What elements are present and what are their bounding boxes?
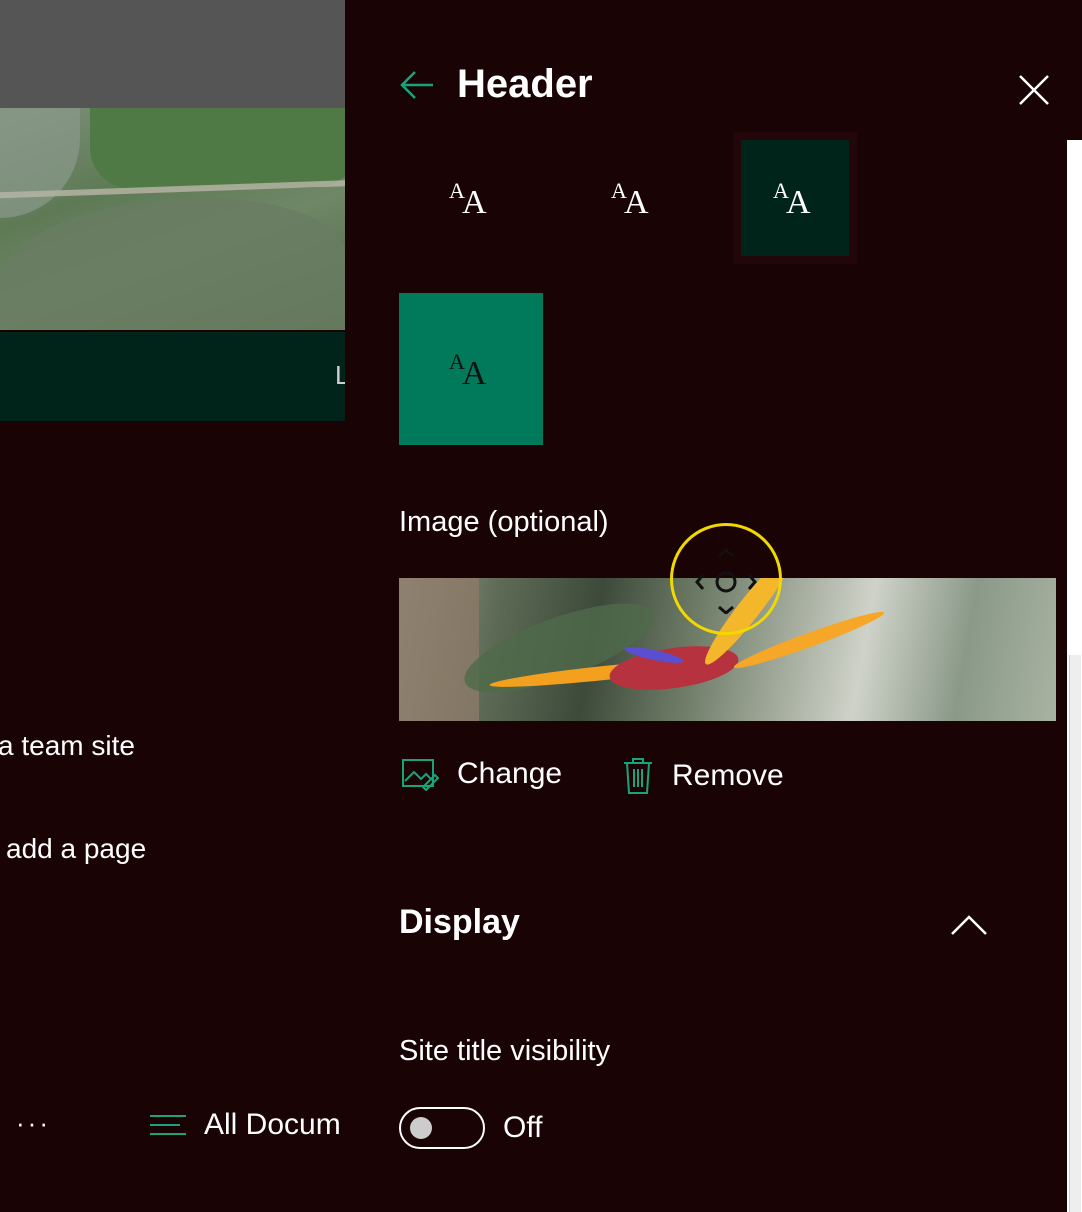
site-header-image — [0, 108, 345, 330]
layout-option-minimal[interactable]: AA — [417, 140, 525, 256]
change-image-button[interactable]: Change — [401, 757, 562, 791]
panel-scrollbar-thumb[interactable] — [1069, 655, 1081, 1212]
link-add-page[interactable]: add a page — [6, 833, 146, 865]
all-documents-view-button[interactable]: All Docum — [150, 1108, 341, 1142]
panel-header: Header — [397, 62, 593, 107]
toggle-state-label: Off — [503, 1111, 543, 1144]
all-documents-label: All Docum — [204, 1108, 341, 1141]
page-background: L a team site add a page ··· All Docum — [0, 0, 345, 1212]
site-title-visibility-toggle-row: Off — [399, 1107, 542, 1149]
nav-item-partial[interactable]: L — [335, 360, 345, 391]
site-title-visibility-label: Site title visibility — [399, 1035, 611, 1067]
change-label: Change — [457, 757, 563, 790]
site-navigation-bar: L — [0, 332, 345, 421]
link-team-site[interactable]: a team site — [0, 730, 135, 762]
list-view-icon — [150, 1113, 186, 1137]
layout-option-standard[interactable]: AA — [741, 140, 849, 256]
background-option-strong[interactable]: AA — [399, 293, 543, 445]
display-section-title: Display — [399, 903, 520, 941]
change-image-icon — [402, 759, 439, 791]
layout-option-compact[interactable]: AA — [579, 140, 687, 256]
text-size-icon: AA — [773, 178, 811, 221]
chevron-up-icon[interactable] — [949, 910, 989, 940]
header-image-preview[interactable] — [399, 578, 1056, 721]
text-size-icon: AA — [449, 349, 487, 392]
more-options-button[interactable]: ··· — [16, 1108, 51, 1139]
text-size-icon: AA — [611, 178, 649, 221]
toggle-knob — [410, 1117, 432, 1139]
panel-title: Header — [457, 62, 593, 106]
remove-image-button[interactable]: Remove — [622, 757, 784, 795]
trash-icon — [624, 758, 652, 794]
text-size-icon: AA — [449, 178, 487, 221]
image-label: Image (optional) — [399, 506, 609, 538]
site-top-bar — [0, 0, 345, 108]
close-icon[interactable] — [1016, 72, 1052, 108]
site-title-visibility-toggle[interactable] — [399, 1107, 485, 1149]
remove-label: Remove — [672, 759, 784, 792]
back-arrow-icon[interactable] — [397, 65, 437, 105]
